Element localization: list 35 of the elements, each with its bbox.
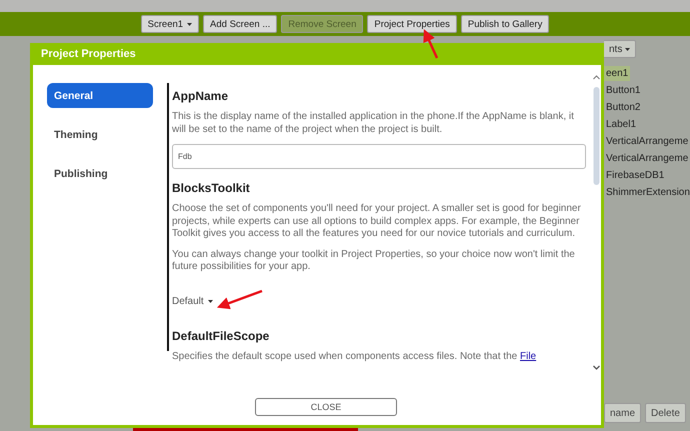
toolkit-dropdown[interactable]: Default [172,296,213,306]
panel-button[interactable]: Delete [645,403,686,423]
component-item[interactable]: VerticalArrangeme [604,134,690,149]
caret-icon [208,300,213,302]
app-name-field[interactable]: Fdb [172,144,586,169]
property-description: This is the display name of the installed application in the phone.If the AppName is blank, it will be set to the name of the project when the project is built. [172,111,575,136]
close-button[interactable]: CLOSE [255,398,397,416]
arrow-drawing [423,29,438,59]
component-item[interactable]: een1 [604,66,630,81]
caret-icon [187,22,192,26]
nav-tab[interactable]: General [47,83,153,108]
component-item[interactable]: VerticalArrangeme [604,151,690,166]
property-description: Specifies the default scope used when components access files. Note that the File [172,350,538,364]
panel-button[interactable]: name [604,403,642,423]
toolbar-button[interactable]: Publish to Gallery [460,15,550,33]
dialog-title: Project Properties [33,43,601,65]
nav-tab[interactable]: Theming [47,122,153,147]
components-dropdown[interactable]: nts [604,40,636,58]
file-link[interactable]: File [520,350,536,362]
component-item[interactable]: Button2 [604,100,642,115]
nav-tab[interactable]: Publishing [47,161,153,186]
component-item[interactable]: FirebaseDB1 [604,168,666,183]
property-heading: AppName [172,88,230,105]
toolbar-button[interactable]: Add Screen ... [203,15,278,33]
component-item[interactable]: Button1 [604,83,642,98]
screen-dropdown[interactable]: Screen1 [140,15,200,33]
property-description: You can always change your toolkit in Project Properties, so your choice now won't limit the future possibilities for your app. [172,248,576,274]
component-item[interactable]: Label1 [604,117,638,132]
component-item[interactable]: ShimmerExtension [604,185,690,200]
property-heading: DefaultFileScope [172,328,270,344]
property-description: Choose the set of components you'll need for your project. A smaller set is good for beginner projects, while experts can use all options to build complex apps. For example, the Beginner Toolkit gives you access to all the features you need for our novice tutorials and curriculum. [172,203,582,241]
caret-icon [625,48,630,50]
arrow-drawing [216,290,262,310]
property-heading: BlocksToolkit [172,180,251,197]
toolbar-button[interactable]: Project Properties [367,15,457,33]
